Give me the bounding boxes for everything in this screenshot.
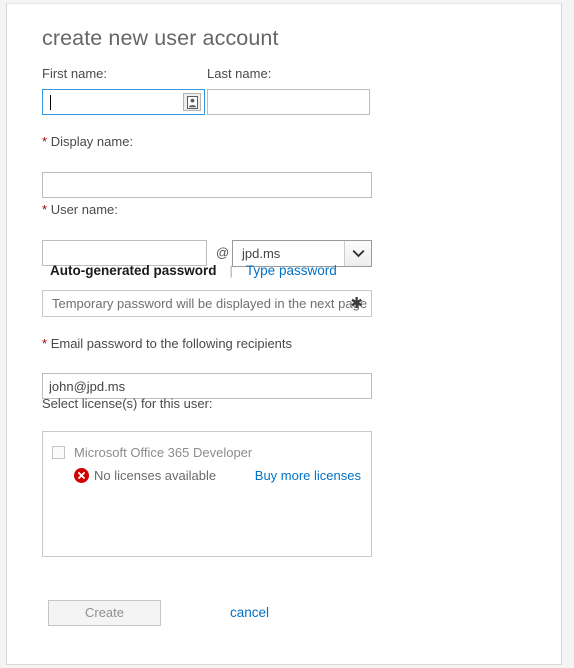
- list-item: Microsoft Office 365 Developer No licens…: [52, 445, 363, 483]
- first-name-input-wrap: [42, 89, 205, 115]
- domain-select-value: jpd.ms: [242, 246, 281, 261]
- tab-auto-generated-password[interactable]: Auto-generated password: [42, 263, 217, 278]
- asterisk-icon: ✱: [350, 295, 363, 312]
- email-recipients-label: * Email password to the following recipi…: [42, 336, 382, 351]
- text-caret: [50, 95, 51, 110]
- email-recipients-field-group: * Email password to the following recipi…: [42, 336, 382, 399]
- first-name-input[interactable]: [42, 89, 205, 115]
- password-mode-tabs: Auto-generated password | Type password: [42, 263, 382, 281]
- required-asterisk: *: [42, 336, 48, 351]
- first-name-label: First name:: [42, 66, 108, 81]
- license-item-header: Microsoft Office 365 Developer: [52, 445, 363, 460]
- user-name-label: * User name:: [42, 202, 382, 217]
- user-name-label-text: User name:: [50, 202, 118, 217]
- license-name: Microsoft Office 365 Developer: [74, 445, 253, 460]
- error-circle-icon: [74, 468, 89, 483]
- display-name-input[interactable]: [42, 172, 372, 198]
- license-error-text: No licenses available: [94, 468, 217, 483]
- cancel-button[interactable]: cancel: [230, 600, 269, 626]
- page-title: create new user account: [42, 26, 279, 50]
- required-asterisk: *: [42, 134, 48, 149]
- contact-card-icon[interactable]: [183, 93, 201, 111]
- auto-password-display: Temporary password will be displayed in …: [42, 290, 372, 317]
- license-section-label: Select license(s) for this user:: [42, 396, 213, 411]
- required-asterisk: *: [42, 202, 48, 217]
- first-name-field-group: First name:: [42, 66, 207, 115]
- last-name-field-group: Last name:: [207, 66, 382, 115]
- last-name-input[interactable]: [207, 89, 370, 115]
- dialog-footer: Create cancel: [42, 600, 382, 630]
- at-symbol: @: [216, 245, 230, 260]
- tab-type-password[interactable]: Type password: [246, 263, 337, 278]
- email-recipients-label-text: Email password to the following recipien…: [50, 336, 293, 351]
- license-checkbox[interactable]: [52, 446, 65, 459]
- user-name-field-group: * User name: @ jpd.ms: [42, 202, 382, 267]
- license-list-box: Microsoft Office 365 Developer No licens…: [42, 431, 372, 557]
- tab-divider: |: [229, 263, 233, 278]
- license-section: Select license(s) for this user: Microso…: [42, 396, 382, 557]
- create-button[interactable]: Create: [48, 600, 161, 626]
- auto-password-text: Temporary password will be displayed in …: [52, 296, 368, 311]
- display-name-field-group: * Display name:: [42, 134, 382, 198]
- last-name-input-wrap: [207, 89, 370, 115]
- license-item-status: No licenses available Buy more licenses: [52, 468, 363, 483]
- buy-more-licenses-link[interactable]: Buy more licenses: [255, 468, 363, 483]
- display-name-label: * Display name:: [42, 134, 382, 149]
- create-user-dialog: create new user account First name: Last…: [6, 3, 562, 665]
- last-name-label: Last name:: [207, 66, 272, 81]
- password-section: Auto-generated password | Type password …: [42, 263, 382, 317]
- display-name-label-text: Display name:: [50, 134, 134, 149]
